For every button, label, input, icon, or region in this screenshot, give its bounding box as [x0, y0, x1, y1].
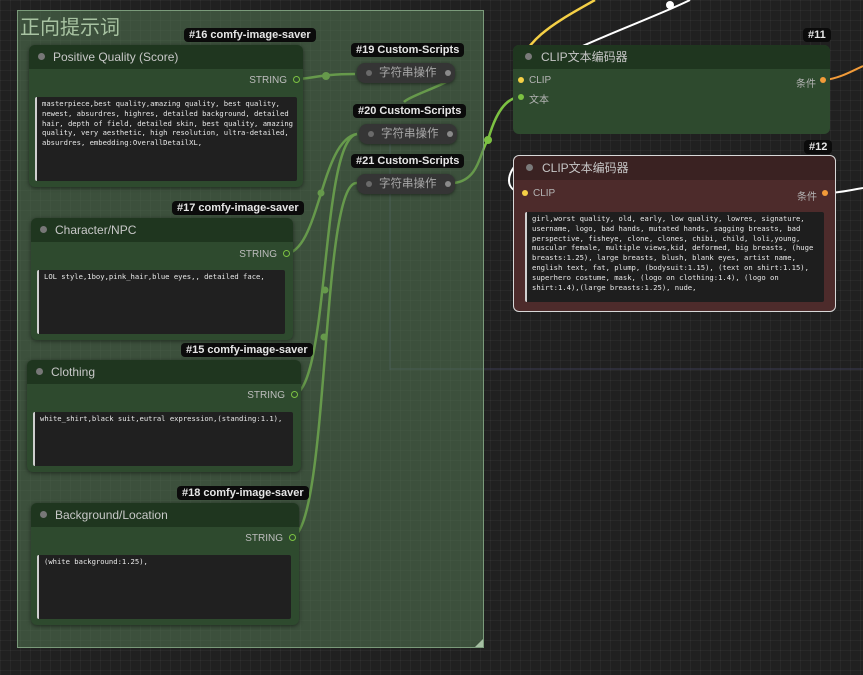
node-badge-11: #11 [803, 28, 831, 42]
output-port[interactable] [283, 250, 290, 257]
collapse-dot-icon[interactable] [36, 368, 43, 375]
collapse-dot-icon[interactable] [40, 226, 47, 233]
collapse-dot-icon[interactable] [526, 164, 533, 171]
node-clip-encoder-11[interactable]: CLIP文本编码器 CLIP 文本 条件 [513, 45, 830, 134]
output-port-conditioning[interactable] [820, 77, 826, 83]
output-port[interactable] [293, 76, 300, 83]
node-clip-encoder-12[interactable]: CLIP文本编码器 CLIP 条件 girl,worst quality, ol… [513, 155, 836, 312]
prompt-textarea[interactable]: masterpiece,best quality,amazing quality… [35, 97, 297, 181]
collapse-dot-icon[interactable] [38, 53, 45, 60]
output-label-string: STRING [239, 249, 277, 260]
node-badge-15: #15 comfy-image-saver [181, 343, 313, 357]
output-port[interactable] [291, 391, 298, 398]
collapse-dot-icon[interactable] [40, 511, 47, 518]
node-badge-20: #20 Custom-Scripts [353, 104, 467, 118]
node-string-op-21[interactable]: 字符串操作 [357, 174, 455, 194]
node-title: 字符串操作 [381, 128, 439, 140]
node-title: Character/NPC [55, 223, 137, 237]
output-port[interactable] [289, 534, 296, 541]
output-port[interactable] [445, 181, 451, 187]
negative-prompt-textarea[interactable]: girl,worst quality, old, early, low qual… [525, 212, 824, 302]
output-port-conditioning[interactable] [822, 190, 828, 196]
node-title: CLIP文本编码器 [541, 50, 628, 64]
node-title: CLIP文本编码器 [542, 161, 629, 175]
collapse-dot-icon[interactable] [366, 181, 372, 187]
prompt-textarea[interactable]: (white background:1.25), [37, 555, 291, 619]
node-badge-21: #21 Custom-Scripts [351, 154, 465, 168]
node-header[interactable]: CLIP文本编码器 [514, 156, 835, 180]
node-header[interactable]: CLIP文本编码器 [513, 45, 830, 69]
node-string-op-19[interactable]: 字符串操作 [357, 63, 455, 83]
node-header[interactable]: Character/NPC [31, 218, 293, 242]
input-port-text[interactable] [518, 94, 524, 100]
node-title: Positive Quality (Score) [53, 50, 179, 64]
node-title: Clothing [51, 365, 96, 379]
prompt-textarea[interactable]: white_shirt,black suit,eutral expression… [33, 412, 293, 466]
node-badge-17: #17 comfy-image-saver [172, 201, 304, 215]
node-title: 字符串操作 [379, 67, 437, 79]
input-port-clip[interactable] [518, 77, 524, 83]
input-label-clip: CLIP [533, 188, 556, 199]
output-label-string: STRING [245, 533, 283, 544]
node-badge-19: #19 Custom-Scripts [351, 43, 465, 57]
output-label-string: STRING [247, 390, 285, 401]
input-port-clip[interactable] [522, 190, 528, 196]
node-clothing[interactable]: Clothing STRING white_shirt,black suit,e… [27, 360, 301, 472]
collapse-dot-icon[interactable] [366, 70, 372, 76]
prompt-textarea[interactable]: LOL style,1boy,pink_hair,blue eyes,, det… [37, 270, 285, 334]
node-title: 字符串操作 [379, 178, 437, 190]
input-label-text: 文本 [529, 95, 549, 106]
node-title: Background/Location [55, 508, 168, 522]
node-header[interactable]: Clothing [27, 360, 301, 384]
node-header[interactable]: Background/Location [31, 503, 299, 527]
collapse-dot-icon[interactable] [525, 53, 532, 60]
group-title[interactable]: 正向提示词 [20, 11, 120, 40]
node-badge-16: #16 comfy-image-saver [184, 28, 316, 42]
node-string-op-20[interactable]: 字符串操作 [359, 124, 457, 144]
output-port[interactable] [445, 70, 451, 76]
output-port[interactable] [447, 131, 453, 137]
node-character[interactable]: Character/NPC STRING LOL style,1boy,pink… [31, 218, 293, 340]
node-badge-12: #12 [804, 140, 833, 154]
group-resize-handle[interactable] [475, 639, 483, 647]
node-background[interactable]: Background/Location STRING (white backgr… [31, 503, 299, 625]
node-badge-18: #18 comfy-image-saver [177, 486, 309, 500]
output-label-string: STRING [249, 75, 287, 86]
output-label-conditioning: 条件 [796, 79, 816, 90]
node-positive-quality[interactable]: Positive Quality (Score) STRING masterpi… [29, 45, 303, 187]
collapse-dot-icon[interactable] [368, 131, 374, 137]
output-label-conditioning: 条件 [797, 192, 817, 203]
node-header[interactable]: Positive Quality (Score) [29, 45, 303, 69]
input-label-clip: CLIP [529, 75, 552, 86]
